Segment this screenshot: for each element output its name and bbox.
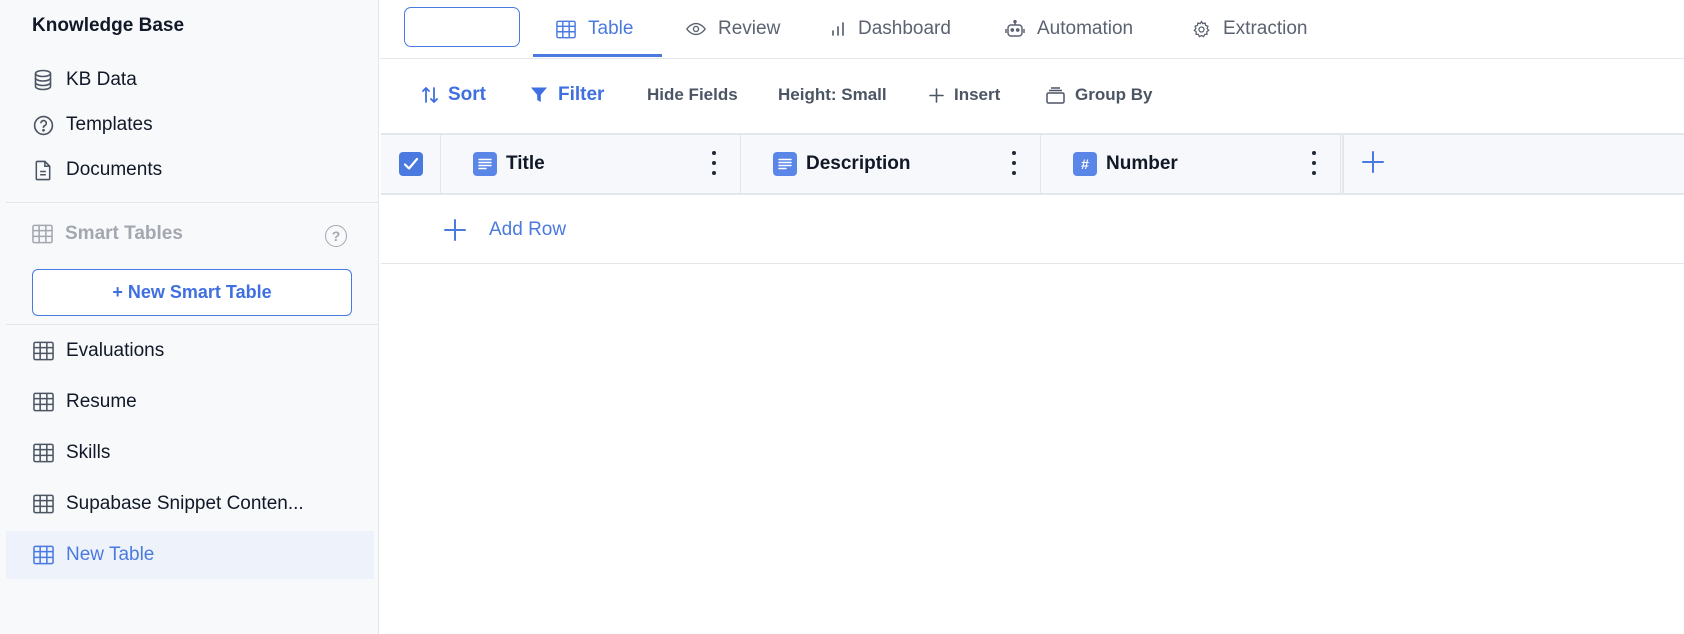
- column-header-description[interactable]: Description: [741, 135, 1041, 193]
- plus-icon: [929, 87, 944, 103]
- column-header-title[interactable]: Title: [441, 135, 741, 193]
- gear-icon: [1192, 19, 1211, 39]
- sidebar-item-label: Documents: [66, 159, 163, 180]
- sort-arrows-icon: [422, 86, 438, 104]
- sidebar-item-label: Resume: [66, 391, 137, 412]
- number-field-icon: #: [1073, 152, 1097, 176]
- column-menu-icon[interactable]: [712, 151, 718, 175]
- table-icon: [32, 442, 54, 464]
- table-icon: [32, 224, 53, 244]
- sidebar-item-new-table[interactable]: New Table: [6, 531, 374, 579]
- group-by-button[interactable]: Group By: [1046, 78, 1152, 112]
- sidebar-item-label: Skills: [66, 442, 111, 463]
- sidebar-divider: [6, 324, 379, 325]
- table-icon: [32, 340, 54, 362]
- select-all-checkbox[interactable]: [398, 152, 423, 176]
- sidebar-item-supabase-snippet[interactable]: Supabase Snippet Conten...: [6, 480, 374, 528]
- smart-tables-help-icon[interactable]: ?: [325, 225, 347, 247]
- bar-chart-icon: [830, 21, 846, 37]
- smart-tables-section-title: Smart Tables: [32, 223, 183, 245]
- grid-header: Title Description # Number: [381, 133, 1684, 195]
- sidebar-title: Knowledge Base: [32, 15, 185, 36]
- sidebar-item-label: Supabase Snippet Conten...: [66, 493, 304, 514]
- sort-button[interactable]: Sort: [422, 78, 486, 112]
- plus-icon: [443, 218, 467, 242]
- row-height-button[interactable]: Height: Small: [778, 78, 887, 112]
- filter-button[interactable]: Filter: [530, 78, 604, 112]
- table-icon: [32, 544, 54, 566]
- question-circle-icon: [32, 114, 54, 136]
- sidebar-item-resume[interactable]: Resume: [6, 378, 374, 426]
- text-field-icon: [773, 152, 797, 176]
- table-name-input[interactable]: [404, 7, 520, 47]
- sidebar-item-label: Templates: [66, 114, 153, 135]
- sidebar-item-skills[interactable]: Skills: [6, 429, 374, 477]
- insert-button[interactable]: Insert: [929, 78, 1000, 112]
- tab-review[interactable]: Review: [686, 0, 780, 58]
- tab-table[interactable]: Table: [556, 0, 633, 58]
- tab-dashboard[interactable]: Dashboard: [830, 0, 951, 58]
- plus-icon: [1361, 150, 1385, 179]
- document-icon: [32, 159, 54, 181]
- sidebar: Knowledge Base KB Data Templates Documen…: [0, 0, 379, 634]
- layers-icon: [1046, 86, 1065, 104]
- sidebar-item-templates[interactable]: Templates: [6, 101, 374, 149]
- filter-icon: [530, 86, 548, 104]
- column-menu-icon[interactable]: [1312, 151, 1318, 175]
- database-icon: [32, 69, 54, 91]
- column-menu-icon[interactable]: [1012, 151, 1018, 175]
- table-icon: [32, 391, 54, 413]
- new-smart-table-button[interactable]: + New Smart Table: [32, 269, 352, 316]
- hide-fields-button[interactable]: Hide Fields: [647, 78, 738, 112]
- sidebar-divider: [6, 202, 379, 203]
- robot-icon: [1005, 20, 1025, 38]
- text-field-icon: [473, 152, 497, 176]
- table-icon: [32, 493, 54, 515]
- sidebar-item-label: New Table: [66, 544, 155, 565]
- add-row-button[interactable]: Add Row: [381, 197, 1684, 264]
- sidebar-item-documents[interactable]: Documents: [6, 146, 374, 194]
- active-tab-indicator: [533, 54, 662, 57]
- sidebar-item-label: KB Data: [66, 69, 137, 90]
- eye-icon: [686, 22, 706, 36]
- view-tab-bar: Table Review Dashboard Automation Extrac…: [380, 0, 1684, 59]
- sidebar-item-evaluations[interactable]: Evaluations: [6, 327, 374, 375]
- tab-automation[interactable]: Automation: [1005, 0, 1133, 58]
- tab-extraction[interactable]: Extraction: [1192, 0, 1307, 58]
- add-column-button[interactable]: [1342, 135, 1402, 193]
- sidebar-item-kb-data[interactable]: KB Data: [6, 56, 374, 104]
- table-icon: [556, 20, 576, 39]
- sidebar-item-label: Evaluations: [66, 340, 165, 361]
- column-header-number[interactable]: # Number: [1041, 135, 1341, 193]
- select-all-cell: [381, 135, 441, 193]
